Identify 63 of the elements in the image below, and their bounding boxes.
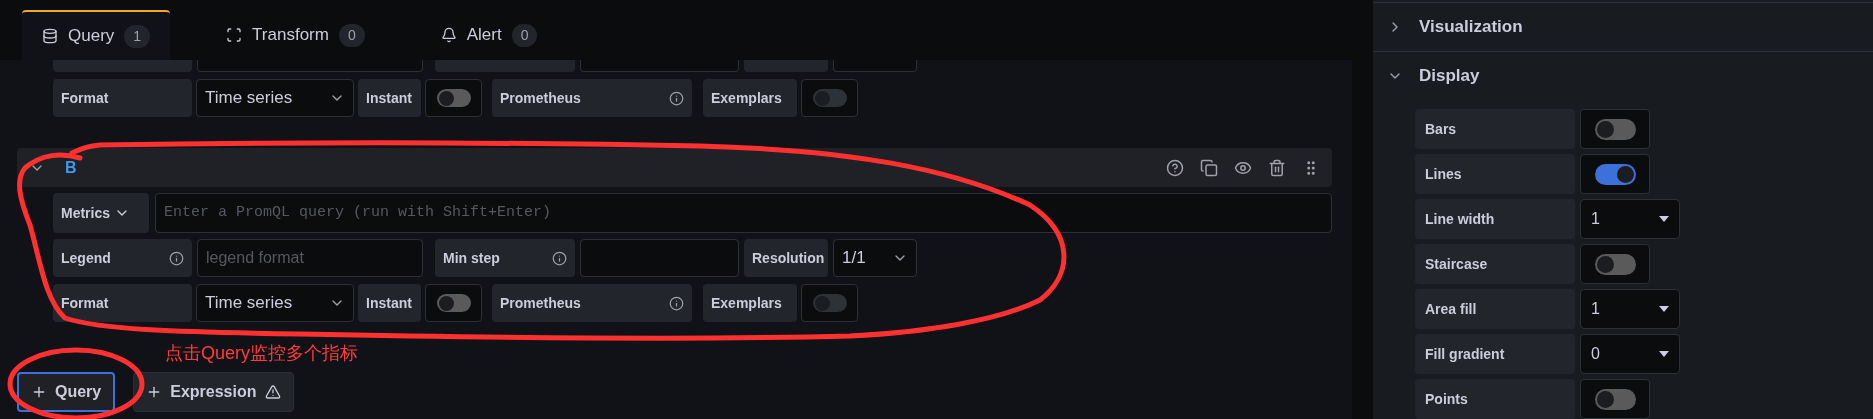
info-icon[interactable] [552,250,567,266]
toggle-switch[interactable] [1594,253,1636,275]
select-field[interactable]: Time series [196,284,354,322]
option-label: Fill gradient [1415,334,1575,374]
add-expression-button[interactable]: Expression [133,372,294,412]
min-step-input[interactable] [580,239,739,277]
plus-icon [31,384,47,400]
metrics-button[interactable]: Metrics [53,193,149,233]
option-label: Area fill [1415,289,1575,329]
query-name[interactable]: B [65,155,77,180]
legend-input[interactable]: legend format [197,239,423,277]
tab[interactable]: Query 1 [22,10,171,60]
caret-down-icon [1659,351,1669,357]
caret-down-icon [1659,216,1669,222]
database-icon [42,28,58,44]
count-badge: 1 [124,24,151,48]
section-header[interactable]: Display [1373,52,1873,100]
field-label: Instant [358,284,421,322]
field-label: Prometheus [492,79,692,117]
info-icon[interactable] [669,295,684,311]
toggle-switch[interactable] [436,294,471,312]
count-badge: 0 [511,23,538,47]
tab[interactable]: Transform 0 [206,10,385,60]
field-label: Legend [53,239,192,277]
field-label: Resolution [744,239,828,277]
info-icon[interactable] [169,250,184,266]
option-label: Points [1415,379,1575,419]
field-label: Format [53,79,192,117]
annotation-text: 点击Query监控多个指标 [165,341,359,365]
toggle-switch[interactable] [812,294,847,312]
select-field[interactable]: 0 [1580,334,1680,374]
trash-icon[interactable] [1268,158,1286,177]
help-icon[interactable] [1166,158,1184,177]
bell-icon [440,27,457,43]
field-label: Format [53,284,192,322]
section-header[interactable]: Visualization [1373,3,1873,51]
field-label: Exemplars [703,284,797,322]
warning-icon [264,384,281,400]
option-label: Lines [1415,154,1575,194]
frame-corners-icon [226,27,243,43]
option-label: Line width [1415,199,1575,239]
select-field[interactable]: 1 [1580,289,1680,329]
toggle-switch[interactable] [436,89,471,107]
select-field[interactable]: 1/1 [833,239,917,277]
option-label: Staircase [1415,244,1575,284]
toggle-switch[interactable] [812,89,847,107]
add-query-button[interactable]: Query [17,372,116,412]
select-field[interactable]: 1 [1580,199,1680,239]
option-label: Bars [1415,109,1575,149]
toggle-switch[interactable] [1594,163,1636,185]
select-field[interactable]: Time series [196,79,354,117]
copy-icon[interactable] [1200,158,1218,177]
tab[interactable]: Alert 0 [420,10,558,60]
field-label: Prometheus [492,284,692,322]
caret-down-icon [1659,306,1669,312]
toggle-switch[interactable] [1594,388,1636,410]
field-label: Exemplars [703,79,797,117]
field-label: Instant [358,79,421,117]
count-badge: 0 [338,23,365,47]
field-label: Min step [435,239,575,277]
toggle-switch[interactable] [1594,118,1636,140]
info-icon[interactable] [669,90,684,106]
query-input[interactable]: Enter a PromQL query (run with Shift+Enter) [155,193,1332,233]
